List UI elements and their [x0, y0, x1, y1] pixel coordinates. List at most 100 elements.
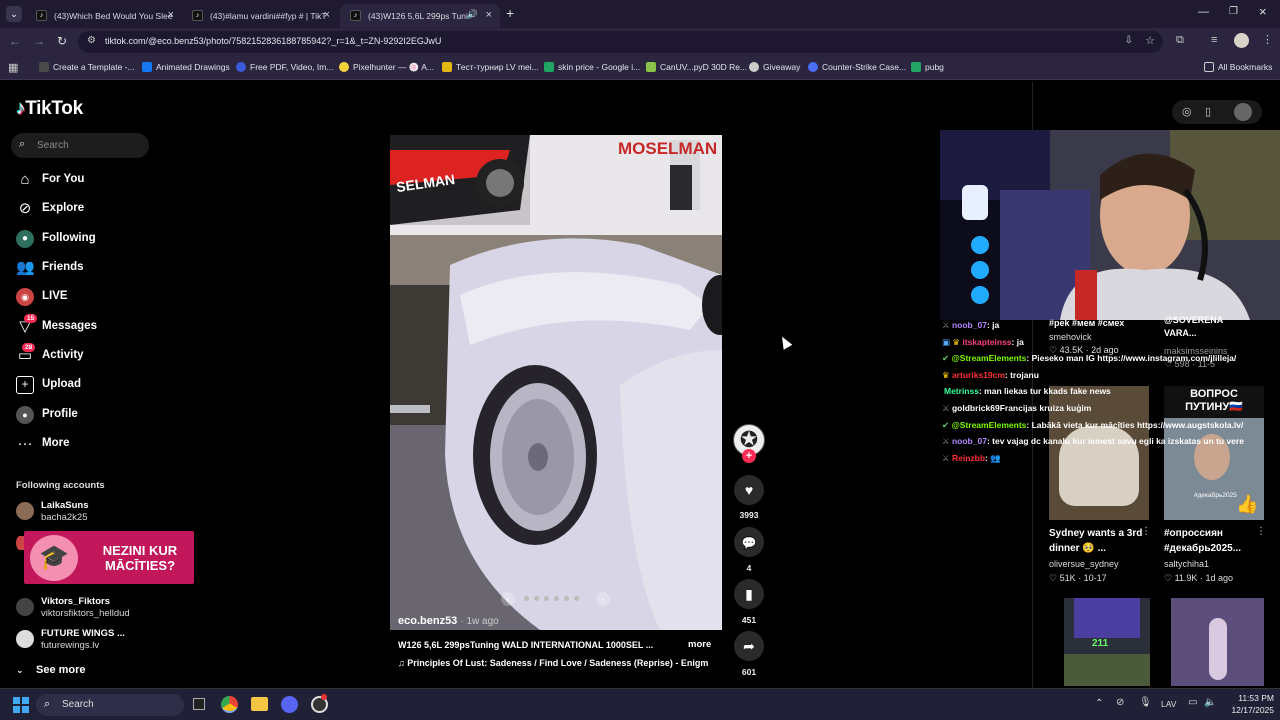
- nav-messages[interactable]: ▽ 15 Messages: [16, 314, 176, 340]
- browser-tab[interactable]: ♪ (43)#lamu vardini##fyp # | TikT ×: [182, 4, 338, 28]
- site-info-icon[interactable]: ⚙: [87, 35, 96, 46]
- bookmark-item[interactable]: Giveaway: [749, 62, 800, 72]
- comment-button[interactable]: 💬: [734, 527, 764, 557]
- extensions-icon[interactable]: ⧉: [1176, 34, 1184, 47]
- tiktok-logo[interactable]: ♪TikTok: [16, 98, 83, 120]
- promo-banner[interactable]: 🎓 NEZINI KUR MĀCĪTIES?: [24, 531, 194, 584]
- windows-start-icon[interactable]: [13, 697, 29, 713]
- photo-prev-button[interactable]: ‹: [501, 592, 515, 606]
- discord-taskbar-icon[interactable]: [281, 696, 298, 713]
- tab-title: (43)Which Bed Would You Slee: [54, 11, 173, 21]
- nav-more[interactable]: ··· More: [16, 433, 176, 457]
- mouse-cursor-icon: [777, 334, 793, 350]
- close-tab-icon[interactable]: ×: [324, 9, 330, 21]
- close-window-icon[interactable]: ×: [1259, 4, 1267, 19]
- post-music[interactable]: ♫ Principles Of Lust: Sadeness / Find Lo…: [398, 658, 713, 668]
- file-explorer-icon[interactable]: [251, 697, 268, 711]
- device-icon[interactable]: ▯: [1205, 105, 1211, 118]
- following-account[interactable]: Viktors_Fiktors viktorsfiktors_helldud: [16, 596, 186, 622]
- chat-user: goldbrick69: [951, 403, 1000, 413]
- new-tab-button[interactable]: +: [506, 5, 514, 21]
- tab-search-button[interactable]: ⌄: [6, 6, 22, 22]
- search-icon: ⌕: [19, 138, 26, 150]
- grid-thumbnail[interactable]: ВОПРОС ПУТИНУ🇷🇺 #декабрь2025 👍: [1164, 386, 1264, 520]
- language-indicator[interactable]: LAV: [1161, 699, 1176, 709]
- clock-time[interactable]: 11:53 PM: [1228, 693, 1274, 703]
- chrome-taskbar-icon[interactable]: [221, 696, 238, 713]
- card-options-icon[interactable]: ⋮: [1141, 526, 1151, 537]
- address-bar[interactable]: ⚙ tiktok.com/@eco.benz53/photo/758215283…: [78, 31, 1163, 53]
- nav-profile[interactable]: ● Profile: [16, 404, 176, 428]
- bookmark-item[interactable]: CanUV...pyD 30D Re...: [646, 62, 747, 72]
- minimize-window-icon[interactable]: —: [1198, 6, 1209, 18]
- taskbar-search[interactable]: ⌕ Search: [36, 694, 184, 716]
- bookmark-favicon-icon: [646, 62, 656, 72]
- grid-thumbnail[interactable]: [1171, 598, 1264, 686]
- grid-thumbnail[interactable]: 211: [1064, 598, 1150, 686]
- browser-tab-active[interactable]: ♪ (43)W126 5,6L 299ps Tunin 🔊 ×: [340, 4, 500, 28]
- bookmark-item[interactable]: Free PDF, Video, Im...: [236, 62, 333, 72]
- bookmark-item[interactable]: Counter-Strike Case...: [808, 62, 906, 72]
- bookmark-item[interactable]: skin price - Google i...: [544, 62, 640, 72]
- display-icon[interactable]: ▭: [1188, 697, 1197, 708]
- nav-live[interactable]: ◉ LIVE: [16, 286, 176, 310]
- following-account[interactable]: FUTURE WINGS ... futurewings.lv: [16, 628, 186, 654]
- browser-menu-icon[interactable]: ⋮: [1262, 33, 1273, 46]
- card-options-icon[interactable]: ⋮: [1256, 526, 1266, 537]
- user-avatar[interactable]: [1234, 103, 1252, 121]
- thumb-face: [1074, 598, 1140, 638]
- share-button[interactable]: ➦: [734, 631, 764, 661]
- media-control-icon[interactable]: ≡: [1211, 34, 1217, 46]
- follow-plus-icon[interactable]: +: [742, 449, 756, 463]
- see-more-button[interactable]: ⌄ See more: [16, 664, 86, 676]
- nav-friends[interactable]: 👥 Friends: [16, 257, 176, 281]
- save-button[interactable]: ▮: [734, 579, 764, 609]
- close-tab-icon[interactable]: ×: [486, 9, 492, 21]
- nav-following[interactable]: ● Following: [16, 228, 176, 252]
- bookmark-item[interactable]: pubg: [911, 62, 944, 72]
- close-tab-icon[interactable]: ×: [168, 9, 174, 21]
- forward-icon[interactable]: →: [33, 34, 45, 48]
- reload-icon[interactable]: ↻: [57, 34, 67, 48]
- compass-icon[interactable]: ◎: [1182, 105, 1192, 118]
- apps-grid-icon[interactable]: ▦: [8, 61, 18, 74]
- bookmark-item[interactable]: Animated Drawings: [142, 62, 230, 72]
- audio-playing-icon[interactable]: 🔊: [467, 9, 478, 20]
- bookmark-item[interactable]: Тест-турнир LV mei...: [442, 62, 539, 72]
- photo-next-button[interactable]: ›: [596, 592, 610, 606]
- chat-message: : trojanu: [1004, 370, 1039, 380]
- search-input[interactable]: ⌕ Search: [11, 133, 149, 158]
- network-off-icon[interactable]: ⊘: [1116, 697, 1124, 708]
- chat-line: ⚔ goldbrick69Francijas kruiza kuģim: [942, 403, 1091, 414]
- comment-count: 4: [746, 563, 752, 573]
- friends-icon: 👥: [16, 259, 35, 276]
- sword-icon: ⚔: [942, 436, 952, 446]
- post-photo[interactable]: MOSELMAN SELMAN ‹ › eco.benz53 · 1w ago: [390, 135, 722, 630]
- volume-icon[interactable]: 🔈: [1204, 697, 1216, 708]
- nav-for-you[interactable]: ⌂ For You: [16, 169, 176, 193]
- task-view-icon[interactable]: [193, 698, 205, 710]
- caption-more-button[interactable]: more: [688, 639, 711, 650]
- nav-explore[interactable]: ⊘ Explore: [16, 198, 176, 222]
- restore-window-icon[interactable]: ❐: [1229, 6, 1238, 17]
- nav-activity[interactable]: ▭ 28 Activity: [16, 343, 176, 369]
- bookmark-item[interactable]: Pixelhunter — 🍥 A...: [339, 62, 434, 73]
- back-icon[interactable]: ←: [9, 34, 21, 48]
- nav-upload[interactable]: + Upload: [16, 374, 176, 398]
- all-bookmarks[interactable]: All Bookmarks: [1204, 62, 1272, 72]
- tray-chevron-icon[interactable]: ⌃: [1095, 698, 1103, 709]
- browser-tab[interactable]: ♪ (43)Which Bed Would You Slee ×: [26, 4, 182, 28]
- chat-user: itskapteinss: [962, 337, 1012, 347]
- clock-date[interactable]: 12/17/2025: [1228, 705, 1274, 715]
- like-button[interactable]: ♥: [734, 475, 764, 505]
- home-icon: ⌂: [20, 171, 30, 188]
- following-account[interactable]: LaikaSuns bacha2k25: [16, 500, 186, 526]
- post-author[interactable]: eco.benz53: [398, 615, 457, 627]
- bookmark-label: Create a Template -...: [53, 62, 135, 72]
- microphone-icon[interactable]: 🎙: [1139, 697, 1152, 708]
- install-app-icon[interactable]: ⇩: [1125, 35, 1133, 46]
- bookmark-star-icon[interactable]: ☆: [1145, 34, 1155, 47]
- profile-avatar-icon[interactable]: [1234, 33, 1249, 48]
- bookmark-item[interactable]: Create a Template -...: [39, 62, 135, 72]
- webcam-overlay: [940, 130, 1280, 320]
